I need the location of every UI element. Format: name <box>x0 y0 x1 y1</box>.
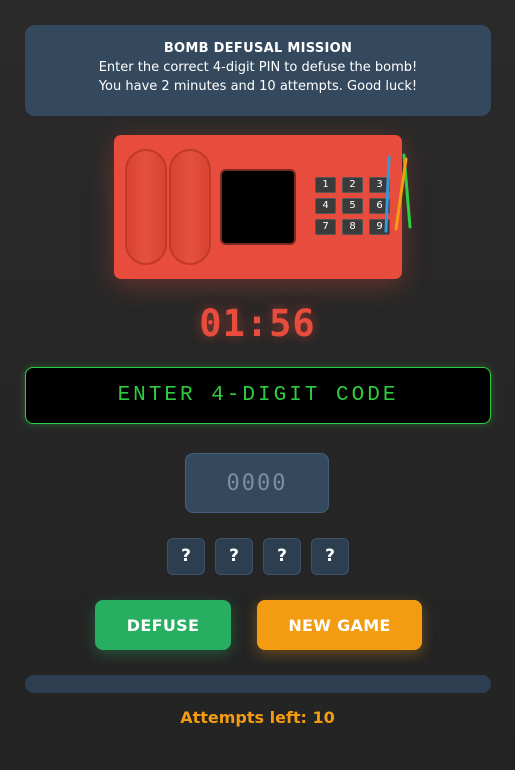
wire-orange <box>394 157 408 231</box>
code-display: ENTER 4-DIGIT CODE <box>25 367 491 424</box>
bomb-key-7: 7 <box>315 219 336 235</box>
defuse-button[interactable]: DEFUSE <box>95 600 231 650</box>
mission-instructions: Enter the correct 4-digit PIN to defuse … <box>98 60 418 75</box>
bomb-key-5: 5 <box>342 198 363 214</box>
wire-red <box>392 162 399 194</box>
bomb-key-1: 1 <box>315 177 336 193</box>
mission-banner: BOMB DEFUSAL MISSION Enter the correct 4… <box>25 25 491 116</box>
digit-slot-2: ? <box>215 538 253 575</box>
bomb-screen <box>220 169 296 245</box>
pin-input[interactable] <box>185 453 329 513</box>
digit-slot-1: ? <box>167 538 205 575</box>
bomb-capsule-right <box>169 149 211 265</box>
bomb-capsule-left <box>125 149 167 265</box>
game-panel: BOMB DEFUSAL MISSION Enter the correct 4… <box>0 0 515 770</box>
bomb-device: 1 2 3 4 5 6 7 8 9 <box>114 135 412 279</box>
new-game-button[interactable]: NEW GAME <box>257 600 422 650</box>
mission-title: BOMB DEFUSAL MISSION <box>163 41 353 56</box>
bomb-keypad: 1 2 3 4 5 6 7 8 9 <box>315 177 391 235</box>
digit-slots: ? ? ? ? <box>167 538 349 575</box>
bomb-key-4: 4 <box>315 198 336 214</box>
digit-slot-3: ? <box>263 538 301 575</box>
mission-rules: You have 2 minutes and 10 attempts. Good… <box>98 79 418 94</box>
wire-blue <box>384 155 391 233</box>
bomb-wires <box>384 153 412 233</box>
digit-slot-4: ? <box>311 538 349 575</box>
attempts-left: Attempts left: 10 <box>180 708 335 727</box>
bomb-key-2: 2 <box>342 177 363 193</box>
bomb-key-8: 8 <box>342 219 363 235</box>
attempts-progress-bar <box>25 675 491 693</box>
countdown-timer: 01:56 <box>199 302 316 345</box>
